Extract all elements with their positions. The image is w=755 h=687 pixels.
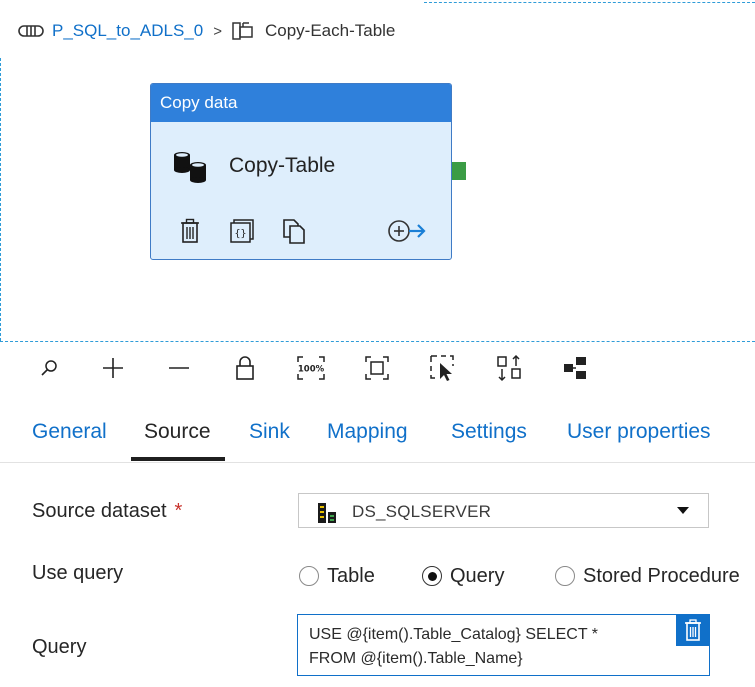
breadcrumb-activity[interactable]: Copy-Each-Table (265, 21, 395, 41)
tab-source[interactable]: Source (144, 420, 211, 444)
radio-button-query[interactable] (422, 566, 442, 586)
activity-actions: {} (177, 218, 429, 244)
query-input[interactable]: USE @{item().Table_Catalog} SELECT * FRO… (297, 614, 710, 676)
zoom-out-icon[interactable] (162, 351, 196, 385)
query-delete-button[interactable] (676, 614, 710, 646)
query-line-2: FROM @{item().Table_Name} (309, 650, 523, 667)
breadcrumb: P_SQL_to_ADLS_0 > Copy-Each-Table (18, 20, 395, 42)
activity-name: Copy-Table (229, 154, 336, 177)
search-icon[interactable] (32, 351, 66, 385)
auto-align-icon[interactable] (492, 351, 526, 385)
database-copy-icon (171, 150, 211, 189)
radio-stored-procedure-label: Stored Procedure (583, 564, 740, 587)
query-label: Query (32, 636, 87, 658)
radio-query-label: Query (450, 564, 505, 587)
active-tab-indicator (131, 457, 225, 461)
fit-to-screen-icon[interactable] (360, 351, 394, 385)
layout-icon[interactable] (558, 351, 592, 385)
use-query-label: Use query (32, 562, 124, 584)
success-output-handle[interactable] (452, 162, 466, 180)
add-output-icon[interactable] (387, 218, 427, 249)
delete-icon[interactable] (180, 218, 200, 249)
activity-type-label: Copy data (151, 84, 451, 122)
radio-table-label: Table (327, 564, 375, 587)
tab-mapping[interactable]: Mapping (327, 420, 408, 444)
radio-table[interactable]: Table (299, 563, 375, 589)
canvas-toolbar: 100% (0, 345, 755, 390)
source-dataset-label-text: Source dataset (32, 500, 167, 522)
canvas-border-top (424, 2, 755, 3)
required-marker: * (174, 500, 183, 522)
foreach-icon (231, 21, 255, 41)
sql-server-icon (317, 502, 337, 529)
chevron-down-icon (677, 507, 689, 514)
query-line-1: USE @{item().Table_Catalog} SELECT * (309, 626, 598, 643)
radio-button-table[interactable] (299, 566, 319, 586)
tab-user-properties[interactable]: User properties (567, 420, 711, 444)
tab-general[interactable]: General (32, 420, 107, 444)
tab-settings[interactable]: Settings (451, 420, 527, 444)
zoom-in-icon[interactable] (96, 351, 130, 385)
breadcrumb-separator: > (213, 22, 222, 40)
clone-icon[interactable] (281, 218, 307, 249)
tab-sink[interactable]: Sink (249, 420, 290, 444)
select-icon[interactable] (426, 351, 460, 385)
source-dataset-label: Source dataset * (32, 500, 182, 523)
zoom-100-icon[interactable]: 100% (294, 351, 328, 385)
pipeline-canvas[interactable]: P_SQL_to_ADLS_0 > Copy-Each-Table Copy d… (0, 0, 755, 343)
canvas-border-left (0, 58, 1, 341)
canvas-border-bottom (0, 341, 755, 342)
svg-text:{}: {} (234, 229, 246, 240)
properties-tabs: General Source Sink Mapping Settings Use… (0, 400, 755, 463)
source-dataset-value: DS_SQLSERVER (352, 502, 492, 521)
radio-query[interactable]: Query (422, 563, 504, 589)
trash-icon (684, 619, 702, 641)
lock-icon[interactable] (228, 351, 262, 385)
pipeline-icon (18, 23, 44, 39)
radio-stored-procedure[interactable]: Stored Procedure (555, 563, 740, 589)
breadcrumb-pipeline-link[interactable]: P_SQL_to_ADLS_0 (52, 21, 203, 41)
code-icon[interactable]: {} (229, 218, 255, 249)
copy-data-activity[interactable]: Copy data Copy-Table {} (150, 83, 452, 260)
radio-button-stored-procedure[interactable] (555, 566, 575, 586)
source-dataset-dropdown[interactable]: DS_SQLSERVER (298, 493, 709, 528)
zoom-100-label: 100% (298, 365, 325, 375)
